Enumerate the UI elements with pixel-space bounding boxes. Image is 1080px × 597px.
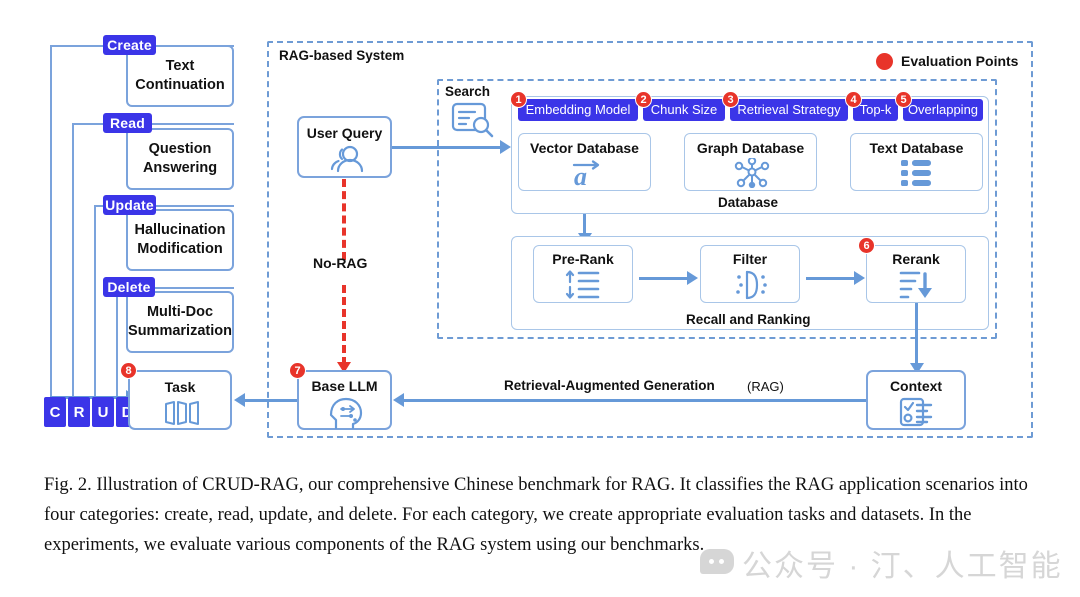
checklist-icon — [899, 397, 933, 427]
rerank-label: Rerank — [892, 251, 940, 267]
read-rail-v — [72, 123, 74, 407]
graph-database-node[interactable]: Graph Database — [684, 133, 817, 191]
update-connector-top — [156, 205, 234, 207]
sort-down-arrow-icon — [899, 271, 932, 299]
param-chip-embedding-model[interactable]: Embedding Model — [518, 99, 638, 121]
recall-ranking-group-label: Recall and Ranking — [686, 312, 811, 327]
rag-based-system-label: RAG-based System — [276, 48, 408, 63]
category-badge-update[interactable]: Update — [103, 195, 156, 215]
text-database-label: Text Database — [869, 140, 964, 156]
param-chip-chunk-size[interactable]: Chunk Size — [643, 99, 725, 121]
eval-point-1-badge: 1 — [510, 91, 527, 108]
rag-flow-abbrev: (RAG) — [744, 379, 787, 394]
user-query-node[interactable]: User Query — [297, 116, 392, 178]
folded-pages-icon — [165, 401, 199, 425]
llm-to-task-arrowhead — [234, 393, 245, 407]
search-label: Search — [445, 84, 491, 99]
eval-point-6-badge: 6 — [858, 237, 875, 254]
vector-arrow-icon: a — [572, 160, 600, 188]
context-to-llm-line — [404, 399, 866, 402]
vector-database-node[interactable]: Vector Database a — [518, 133, 651, 191]
category-badge-read[interactable]: Read — [103, 113, 152, 133]
param-chip-overlapping[interactable]: Overlapping — [903, 99, 983, 121]
sort-updown-icon — [565, 270, 600, 299]
task-node-label: Task — [164, 379, 196, 395]
filter-to-rerank-arrowhead — [854, 271, 865, 285]
rerank-node[interactable]: Rerank — [866, 245, 966, 303]
eval-point-5-badge: 5 — [895, 91, 912, 108]
prerank-to-filter-arrowhead — [687, 271, 698, 285]
filter-node[interactable]: Filter — [700, 245, 800, 303]
delete-connector-top — [155, 287, 234, 289]
no-rag-dash-upper — [342, 179, 346, 260]
brain-head-icon — [329, 397, 363, 429]
category-badge-delete[interactable]: Delete — [103, 277, 155, 297]
funnel-dots-icon — [736, 270, 767, 300]
pre-rank-node[interactable]: Pre-Rank — [533, 245, 633, 303]
database-to-recall-joint — [583, 214, 585, 217]
base-llm-label: Base LLM — [311, 378, 378, 394]
no-rag-label: No-RAG — [313, 255, 368, 271]
category-task-read: Question Answering — [126, 128, 234, 190]
eval-point-4-badge: 4 — [845, 91, 862, 108]
database-group-label: Database — [718, 195, 779, 210]
task-node[interactable]: Task — [128, 370, 232, 430]
document-search-icon — [451, 102, 494, 138]
graph-database-label: Graph Database — [696, 140, 805, 156]
crud-letter-r: R — [68, 397, 90, 427]
crud-letter-u: U — [92, 397, 114, 427]
figure-root: Evaluation Points RAG-based System Creat… — [0, 0, 1080, 597]
category-task-update: Hallucination Modification — [126, 209, 234, 271]
context-node[interactable]: Context — [866, 370, 966, 430]
pre-rank-label: Pre-Rank — [552, 251, 614, 267]
filter-to-rerank-line — [806, 277, 856, 280]
read-connector-top — [152, 123, 234, 125]
user-query-label: User Query — [306, 125, 383, 141]
watermark-bubble-icon — [700, 549, 734, 574]
eval-point-8-badge: 8 — [120, 362, 137, 379]
no-rag-dash-lower — [342, 285, 346, 365]
rag-flow-label: Retrieval-Augmented Generation — [500, 378, 719, 393]
base-llm-node[interactable]: Base LLM — [297, 370, 392, 430]
watermark-text: 公众号 · 汀、人工智能 — [742, 550, 1063, 583]
llm-to-task-line — [245, 399, 300, 402]
rerank-to-context-line — [915, 303, 918, 368]
context-label: Context — [889, 378, 943, 394]
text-database-node[interactable]: Text Database — [850, 133, 983, 191]
eval-point-2-badge: 2 — [635, 91, 652, 108]
create-rail-v — [50, 45, 52, 407]
context-to-llm-arrowhead — [393, 393, 404, 407]
delete-rail-v — [116, 287, 118, 407]
eval-point-3-badge: 3 — [722, 91, 739, 108]
vector-database-label: Vector Database — [530, 140, 639, 156]
eval-point-7-badge: 7 — [289, 362, 306, 379]
graph-nodes-icon — [734, 158, 770, 188]
update-rail-v — [94, 205, 96, 407]
filter-label: Filter — [732, 251, 768, 267]
create-rail-h — [50, 45, 105, 47]
users-icon — [330, 145, 364, 173]
category-badge-create[interactable]: Create — [103, 35, 156, 55]
category-task-delete: Multi-Doc Summarization — [126, 291, 234, 353]
param-chip-retrieval-strategy[interactable]: Retrieval Strategy — [730, 99, 848, 121]
prerank-to-filter-line — [639, 277, 689, 280]
text-list-icon — [901, 160, 931, 186]
crud-letter-c: C — [44, 397, 66, 427]
read-rail-h — [72, 123, 107, 125]
